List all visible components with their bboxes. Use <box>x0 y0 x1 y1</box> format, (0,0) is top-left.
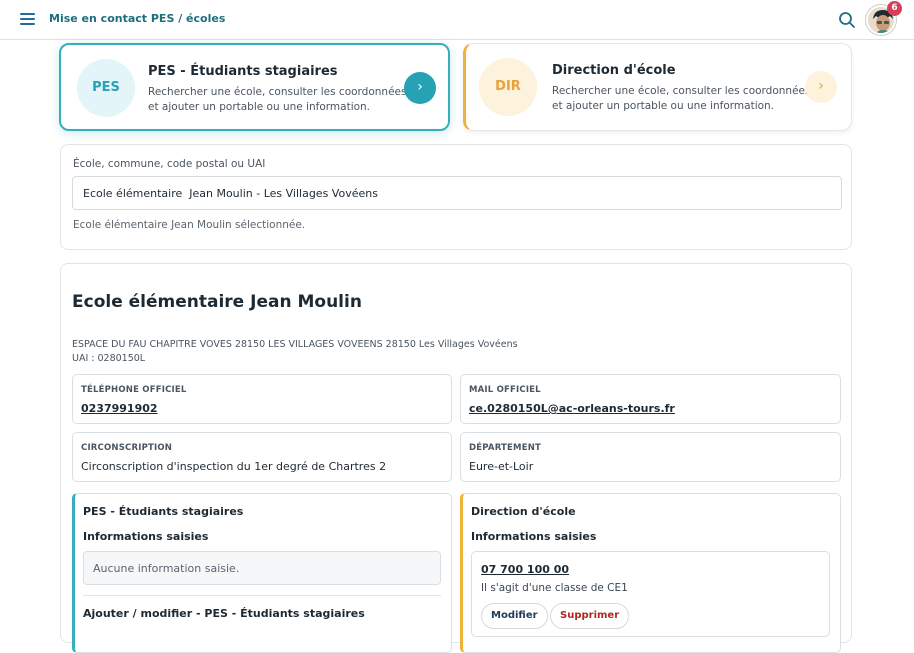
mode-card-pes[interactable]: PES PES - Étudiants stagiaires Recherche… <box>59 43 450 131</box>
dir-info-title: Informations saisies <box>471 530 597 543</box>
pes-empty-state: Aucune information saisie. <box>83 551 441 585</box>
dept-value: Eure-et-Loir <box>469 460 534 473</box>
dir-section: Direction d'école Informations saisies 0… <box>460 493 841 653</box>
pes-section-title: PES - Étudiants stagiaires <box>83 505 244 518</box>
official-phone-box: TÉLÉPHONE OFFICIEL 0237991902 <box>72 374 452 424</box>
school-address: ESPACE DU FAU CHAPITRE VOVES 28150 LES V… <box>72 338 518 366</box>
search-label: École, commune, code postal ou UAI <box>73 158 266 170</box>
edit-button[interactable]: Modifier <box>481 603 548 629</box>
official-mail-box: MAIL OFFICIEL ce.0280150L@ac-orleans-tou… <box>460 374 841 424</box>
circ-label: CIRCONSCRIPTION <box>81 443 173 453</box>
pes-edit-title: Ajouter / modifier - PES - Étudiants sta… <box>83 607 365 620</box>
phone-link[interactable]: 0237991902 <box>81 402 158 415</box>
notification-badge: 6 <box>887 1 902 16</box>
mode-description: Rechercher une école, consulter les coor… <box>552 85 811 112</box>
address-line: ESPACE DU FAU CHAPITRE VOVES 28150 LES V… <box>72 339 518 350</box>
school-details-panel: Ecole élémentaire Jean Moulin ESPACE DU … <box>60 263 852 653</box>
dept-label: DÉPARTEMENT <box>469 443 542 453</box>
page-title: Mise en contact PES / écoles <box>49 12 226 25</box>
search-icon[interactable] <box>838 11 856 29</box>
pes-section: PES - Étudiants stagiaires Informations … <box>72 493 452 653</box>
mode-title: PES - Étudiants stagiaires <box>148 64 338 79</box>
dir-circle-icon: DIR <box>479 58 537 116</box>
uai-line: UAI : 0280150L <box>72 353 146 364</box>
delete-button[interactable]: Supprimer <box>550 603 630 629</box>
pes-circle-icon: PES <box>77 59 135 117</box>
menu-icon[interactable] <box>20 13 35 25</box>
school-search-panel: École, commune, code postal ou UAI Ecole… <box>60 144 852 250</box>
entry-note: Il s'agit d'une classe de CE1 <box>481 582 628 594</box>
divider <box>83 595 441 596</box>
school-name: Ecole élémentaire Jean Moulin <box>72 292 362 312</box>
department-box: DÉPARTEMENT Eure-et-Loir <box>460 432 841 482</box>
mail-link[interactable]: ce.0280150L@ac-orleans-tours.fr <box>469 402 675 415</box>
dir-info-entry: 07 700 100 00 Il s'agit d'une classe de … <box>471 551 830 637</box>
selection-status: Ecole élémentaire Jean Moulin sélectionn… <box>73 219 306 231</box>
mode-title: Direction d'école <box>552 63 676 78</box>
entry-phone-link[interactable]: 07 700 100 00 <box>481 563 569 576</box>
dir-section-title: Direction d'école <box>471 505 576 518</box>
mode-card-dir[interactable]: DIR Direction d'école Rechercher une éco… <box>463 43 852 131</box>
top-bar: Mise en contact PES / écoles 6 <box>0 0 914 40</box>
phone-label: TÉLÉPHONE OFFICIEL <box>81 385 187 395</box>
mail-label: MAIL OFFICIEL <box>469 385 541 395</box>
circonscription-box: CIRCONSCRIPTION Circonscription d'inspec… <box>72 432 452 482</box>
circ-value: Circonscription d'inspection du 1er degr… <box>81 460 387 473</box>
mode-description: Rechercher une école, consulter les coor… <box>148 86 407 113</box>
pes-info-title: Informations saisies <box>83 530 209 543</box>
school-search-input[interactable] <box>72 176 842 210</box>
chevron-right-icon[interactable]: › <box>404 72 436 104</box>
chevron-right-icon[interactable]: › <box>805 71 837 103</box>
